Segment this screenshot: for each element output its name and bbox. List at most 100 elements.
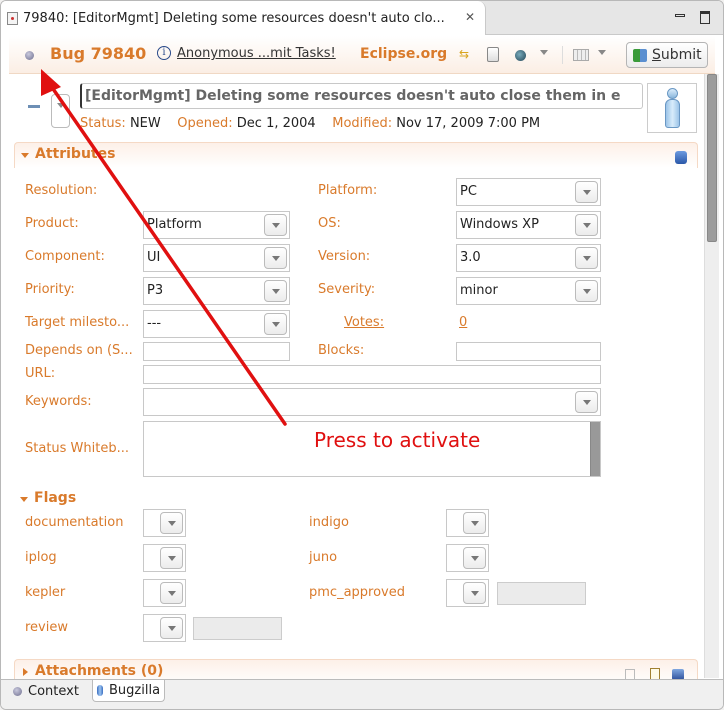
severity-label: Severity:: [318, 282, 376, 297]
flag-label: iplog: [25, 550, 57, 565]
votes-link[interactable]: Votes:: [344, 315, 384, 330]
editor-tab[interactable]: 79840: [EditorMgmt] Deleting some resour…: [1, 1, 486, 35]
flags-title: Flags: [34, 490, 77, 506]
flag-select-indigo[interactable]: [446, 509, 489, 537]
open-browser-icon[interactable]: [515, 50, 526, 61]
task-file-icon: [7, 11, 18, 25]
version-label: Version:: [318, 249, 371, 264]
expand-icon: [21, 153, 29, 158]
keywords-label: Keywords:: [25, 394, 92, 409]
chevron-down-icon: [168, 521, 176, 526]
close-tab-icon[interactable]: ✕: [465, 10, 475, 24]
tab-bugzilla[interactable]: Bugzilla: [92, 680, 166, 702]
chevron-down-icon: [471, 556, 479, 561]
modified-value: Nov 17, 2009 7:00 PM: [396, 116, 541, 131]
url-input[interactable]: [143, 365, 601, 384]
target-milestone-select[interactable]: ---: [143, 310, 290, 338]
os-select[interactable]: Windows XP: [456, 211, 601, 239]
chevron-down-icon: [168, 591, 176, 596]
scrollbar-thumb[interactable]: [707, 74, 717, 242]
submit-label: ubmit: [660, 47, 702, 63]
chevron-down-icon: [583, 400, 591, 405]
pmc-approved-requestee-field: [497, 582, 586, 605]
activate-task-icon[interactable]: [25, 51, 34, 60]
chevron-down-icon: [272, 256, 280, 261]
flag-label: juno: [309, 550, 338, 565]
chevron-down-icon: [471, 521, 479, 526]
browser-dropdown-icon[interactable]: [540, 50, 548, 55]
flag-select-review[interactable]: [143, 614, 186, 642]
refresh-attributes-icon[interactable]: [675, 151, 687, 164]
toolbar-separator: [562, 46, 563, 64]
flag-label: pmc_approved: [309, 585, 405, 600]
target-milestone-label: Target milesto...: [25, 315, 130, 330]
chevron-down-icon: [168, 556, 176, 561]
chevron-down-icon: [272, 289, 280, 294]
task-header: Bug 79840 i Anonymous ...mit Tasks! Ecli…: [9, 36, 715, 74]
resolution-label: Resolution:: [25, 183, 98, 198]
depends-on-label: Depends on (S...: [25, 343, 133, 358]
url-label: URL:: [25, 366, 56, 381]
repository-link[interactable]: Anonymous ...mit Tasks!: [177, 46, 336, 61]
repository-name: Eclipse.org: [360, 46, 448, 62]
summary-input[interactable]: [EditorMgmt] Deleting some resources doe…: [80, 83, 643, 109]
submit-icon: [633, 48, 647, 62]
os-label: OS:: [318, 216, 341, 231]
review-requestee-field: [193, 617, 282, 640]
table-icon[interactable]: [573, 49, 589, 61]
flag-select-juno[interactable]: [446, 544, 489, 572]
status-value: NEW: [129, 116, 161, 131]
info-icon: i: [157, 46, 171, 60]
flag-select-documentation[interactable]: [143, 509, 186, 537]
flags-section-header[interactable]: Flags: [14, 489, 134, 511]
keywords-select[interactable]: [143, 388, 601, 416]
product-label: Product:: [25, 216, 79, 231]
votes-count-link[interactable]: 0: [459, 315, 467, 330]
minimize-button[interactable]: [675, 14, 685, 17]
chevron-down-icon: [583, 223, 591, 228]
opened-value: Dec 1, 2004: [236, 116, 316, 131]
status-line: Status: NEW Opened: Dec 1, 2004 Modified…: [80, 116, 540, 131]
flag-select-kepler[interactable]: [143, 579, 186, 607]
component-select[interactable]: UI: [143, 244, 290, 272]
expand-icon: [23, 668, 28, 676]
version-select[interactable]: 3.0: [456, 244, 601, 272]
flag-select-iplog[interactable]: [143, 544, 186, 572]
chevron-down-icon: [272, 223, 280, 228]
tab-context[interactable]: Context: [9, 680, 83, 702]
product-select[interactable]: Platform: [143, 211, 290, 239]
flag-label: kepler: [25, 585, 66, 600]
blocks-input[interactable]: [456, 342, 601, 361]
expand-icon: [20, 497, 28, 502]
table-dropdown-icon[interactable]: [598, 50, 606, 55]
bug-title: Bug 79840: [50, 44, 147, 63]
severity-select[interactable]: minor: [456, 277, 601, 305]
attachments-title: Attachments (0): [35, 663, 164, 679]
flag-label: review: [25, 620, 68, 635]
collapse-icon[interactable]: [28, 105, 40, 108]
maximize-button[interactable]: [700, 11, 710, 24]
flag-label: documentation: [25, 515, 124, 530]
chevron-down-icon: [583, 190, 591, 195]
blocks-label: Blocks:: [318, 343, 365, 358]
flag-select-pmc-approved[interactable]: [446, 579, 489, 607]
context-icon: [13, 686, 22, 696]
platform-select[interactable]: PC: [456, 178, 601, 206]
depends-on-input[interactable]: [143, 342, 290, 361]
modified-label: Modified:: [332, 116, 393, 131]
chevron-down-icon: [57, 103, 65, 108]
opened-label: Opened:: [177, 116, 233, 131]
bugzilla-icon: [97, 685, 103, 696]
person-icon: [667, 88, 678, 99]
synchronize-icon[interactable]: ⇆: [459, 47, 469, 61]
platform-label: Platform:: [318, 183, 378, 198]
attributes-section-header[interactable]: Attributes: [14, 142, 698, 168]
priority-select[interactable]: P3: [143, 277, 290, 305]
chevron-down-icon: [168, 626, 176, 631]
new-subtask-icon[interactable]: [487, 47, 499, 62]
priority-dropdown[interactable]: [51, 94, 70, 128]
vertical-scrollbar[interactable]: [704, 74, 719, 678]
textarea-scrollbar[interactable]: [590, 422, 600, 476]
submit-mnemonic: S: [652, 47, 661, 63]
submit-button[interactable]: Submit: [626, 42, 708, 68]
